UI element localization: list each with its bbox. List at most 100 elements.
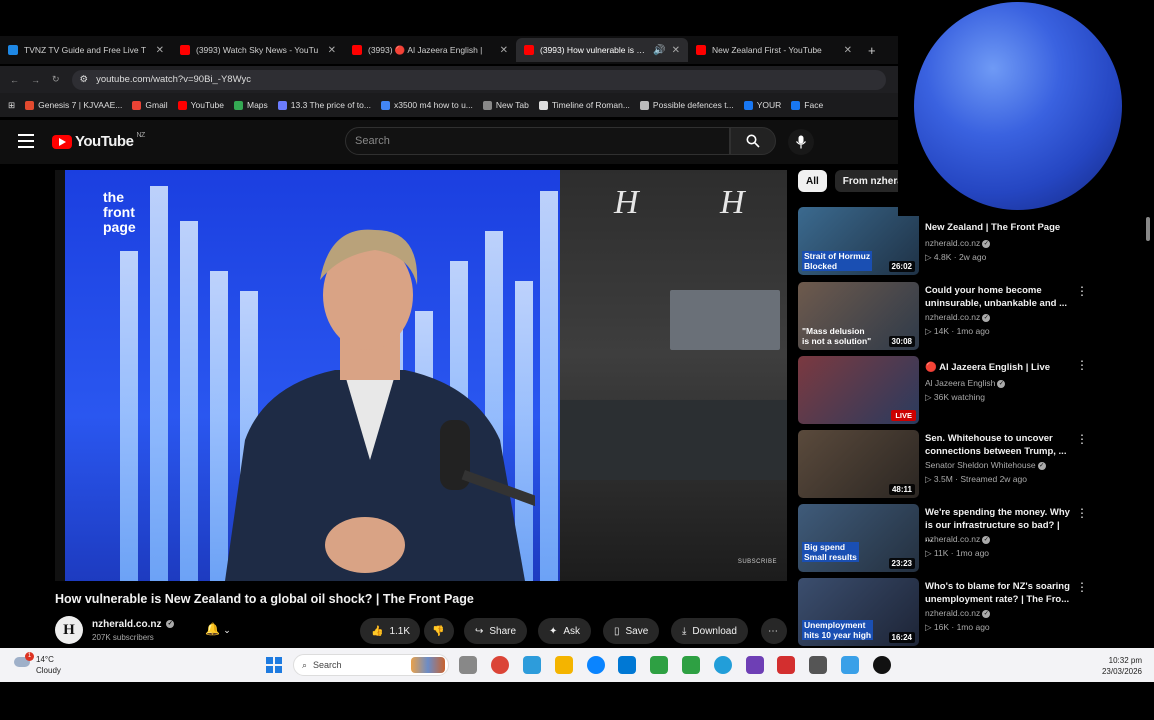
channel-avatar[interactable]: H [55, 616, 83, 644]
browser-tab-tvnz[interactable]: TVNZ TV Guide and Free Live T ✕ [0, 38, 172, 62]
video-thumbnail[interactable]: LIVE [798, 356, 919, 424]
download-button[interactable]: ⤓ Download [671, 618, 748, 644]
video-thumbnail[interactable]: Unemployment hits 10 year high 16:24 [798, 578, 919, 646]
close-tab-icon[interactable]: ✕ [328, 45, 336, 56]
related-title-line: Who's to blame for NZ's soaring [925, 581, 1070, 592]
bookmark-item[interactable]: Maps [234, 100, 268, 110]
close-tab-icon[interactable]: ✕ [500, 45, 508, 56]
copilot-icon[interactable] [523, 656, 541, 674]
edge-icon[interactable] [587, 656, 605, 674]
related-video-item[interactable]: LIVE 🔴 Al Jazeera English | Live Al Jaze… [798, 356, 1098, 424]
speaker-icon[interactable]: 🔊 [653, 45, 665, 56]
url-field[interactable]: ⚙ youtube.com/watch?v=90Bi_-Y8Wyc [71, 69, 886, 90]
site-settings-icon[interactable]: ⚙ [80, 74, 89, 85]
youtube-logo[interactable]: YouTube NZ [52, 132, 145, 150]
video-thumbnail[interactable]: 48:11 [798, 430, 919, 498]
chrome-icon[interactable] [491, 656, 509, 674]
apps-grid-icon[interactable]: ⊞ [8, 100, 15, 111]
browser-tab-nz-first[interactable]: New Zealand First - YouTube ✕ [688, 38, 860, 62]
close-tab-icon[interactable]: ✕ [844, 45, 852, 56]
bookmark-item[interactable]: Face [791, 100, 823, 110]
related-channel[interactable]: nzherald.co.nz ✓ [925, 534, 991, 544]
related-video-title[interactable]: 🔴 Al Jazeera English | Live [925, 361, 1070, 374]
browser-tab-sky-news[interactable]: (3993) Watch Sky News - YouTu ✕ [172, 38, 344, 62]
related-title-line: connections between Trump, ... [925, 446, 1067, 457]
related-channel[interactable]: Senator Sheldon Whitehouse ✓ [925, 460, 1046, 470]
windows-start-icon[interactable] [266, 657, 282, 673]
related-meta-text: 36K watching [933, 392, 985, 402]
notification-badge: 1 [25, 652, 34, 661]
back-arrow-icon[interactable]: ← [10, 75, 19, 85]
related-video-item[interactable]: Big spend Small results 23:23 We're spend… [798, 504, 1098, 572]
taskbar-search[interactable]: ⌕ Search [293, 654, 449, 676]
more-options-icon[interactable]: ⋮ [1076, 580, 1088, 594]
related-video-title[interactable]: Who's to blame for NZ's soaring unemploym… [925, 580, 1070, 606]
app-icon[interactable] [746, 656, 764, 674]
system-clock[interactable]: 10:32 pm 23/03/2026 [1098, 655, 1142, 677]
like-button[interactable]: 👍 1.1K [360, 618, 420, 644]
bookmark-item[interactable]: New Tab [482, 100, 529, 110]
related-video-item[interactable]: Unemployment hits 10 year high 16:24 Who'… [798, 578, 1098, 646]
more-actions-button[interactable]: ⋯ [761, 618, 787, 644]
store-icon[interactable] [650, 656, 668, 674]
chip-all[interactable]: All [798, 170, 827, 192]
bookmark-item[interactable]: Possible defences t... [639, 100, 734, 110]
scrollbar-thumb[interactable] [1146, 217, 1150, 241]
bookmark-item[interactable]: Genesis 7 | KJVAAE... [25, 100, 122, 110]
related-video-title[interactable]: Sen. Whitehouse to uncover connections be… [925, 432, 1070, 458]
dislike-button[interactable]: 👎 [424, 618, 454, 644]
task-view-icon[interactable] [459, 656, 477, 674]
related-channel[interactable]: nzherald.co.nz ✓ [925, 312, 991, 322]
notification-bell-button[interactable]: 🔔 ⌄ [205, 622, 231, 636]
voice-search-button[interactable] [788, 129, 814, 155]
forward-arrow-icon[interactable]: → [31, 75, 40, 85]
obs-icon[interactable] [873, 656, 891, 674]
more-options-icon[interactable]: ⋮ [1076, 432, 1088, 446]
app-icon[interactable] [841, 656, 859, 674]
hamburger-menu-icon[interactable] [18, 134, 34, 148]
related-video-item[interactable]: Strait of Hormuz Blocked 26:02 New Zealan… [798, 207, 1098, 275]
bookmark-item[interactable]: Gmail [132, 100, 168, 110]
browser-tab-active[interactable]: (3993) How vulnerable is Ne 🔊 ✕ [516, 38, 688, 62]
bookmark-item[interactable]: 13.3 The price of to... [277, 100, 371, 110]
video-thumbnail[interactable]: Big spend Small results 23:23 [798, 504, 919, 572]
channel-name[interactable]: nzherald.co.nz ✓ [92, 619, 175, 630]
clock-date: 23/03/2026 [1101, 667, 1142, 676]
more-options-icon[interactable]: ⋮ [1076, 284, 1088, 298]
reload-icon[interactable]: ↻ [52, 74, 60, 85]
save-button[interactable]: ▯ Save [603, 618, 660, 644]
bookmark-item[interactable]: YOUR [743, 100, 781, 110]
related-video-title[interactable]: Could your home become uninsurable, unban… [925, 284, 1070, 310]
outlook-icon[interactable] [618, 656, 636, 674]
video-thumbnail[interactable]: Strait of Hormuz Blocked 26:02 [798, 207, 919, 275]
related-channel[interactable]: nzherald.co.nz ✓ [925, 608, 991, 618]
more-horizontal-icon: ⋯ [768, 625, 778, 637]
search-input[interactable]: Search [345, 127, 730, 155]
file-explorer-icon[interactable] [555, 656, 573, 674]
video-thumbnail[interactable]: "Mass delusion is not a solution" 30:08 [798, 282, 919, 350]
close-tab-icon[interactable]: ✕ [672, 45, 680, 56]
share-button[interactable]: ↪ Share [464, 618, 528, 644]
related-video-title[interactable]: New Zealand | The Front Page [925, 221, 1070, 234]
telegram-icon[interactable] [714, 656, 732, 674]
related-channel[interactable]: Al Jazeera English ✓ [925, 378, 1006, 388]
more-options-icon[interactable]: ⋮ [1076, 358, 1088, 372]
bookmark-item[interactable]: YouTube [177, 100, 224, 110]
browser-tab-al-jazeera[interactable]: (3993) 🔴 Al Jazeera English | ✕ [344, 38, 516, 62]
more-options-icon[interactable]: ⋮ [1076, 506, 1088, 520]
bookmark-label: Timeline of Roman... [551, 100, 630, 110]
ask-button[interactable]: ✦ Ask [538, 618, 592, 644]
related-channel[interactable]: nzherald.co.nz ✓ [925, 238, 991, 248]
related-video-item[interactable]: 48:11 Sen. Whitehouse to uncover connecti… [798, 430, 1098, 498]
related-video-item[interactable]: "Mass delusion is not a solution" 30:08 C… [798, 282, 1098, 350]
video-player[interactable]: the front page H H SUBSCRIBE [55, 170, 787, 581]
app-icon[interactable] [682, 656, 700, 674]
sidebar-scrollbar[interactable] [1146, 217, 1152, 637]
search-button[interactable] [730, 127, 776, 155]
bookmark-item[interactable]: Timeline of Roman... [538, 100, 630, 110]
bookmark-item[interactable]: x3500 m4 how to u... [380, 100, 473, 110]
close-tab-icon[interactable]: ✕ [156, 45, 164, 56]
new-tab-button[interactable]: + [860, 43, 876, 58]
gamepad-icon[interactable] [809, 656, 827, 674]
app-icon[interactable] [777, 656, 795, 674]
